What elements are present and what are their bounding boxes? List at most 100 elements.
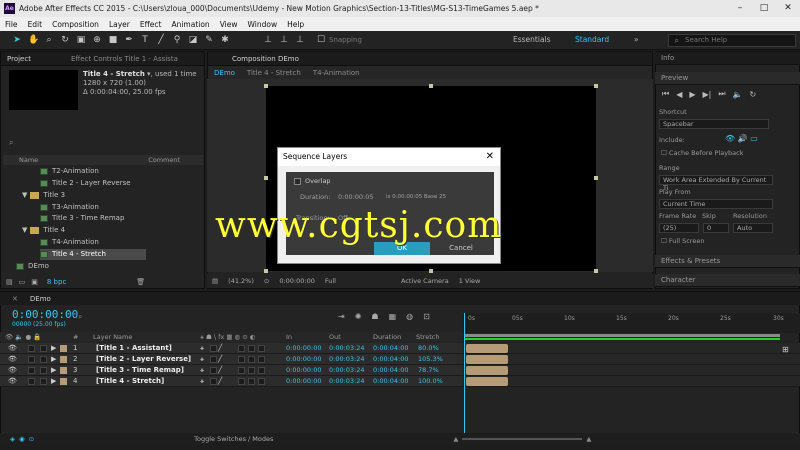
expand-layer-icon[interactable]: ▶ xyxy=(51,355,56,363)
layer-stretch[interactable]: 80.0% xyxy=(418,344,439,352)
selection-tool-icon[interactable]: ➤ xyxy=(12,35,22,45)
new-folder-icon[interactable]: ▭ xyxy=(19,278,26,286)
switch[interactable] xyxy=(258,378,265,385)
layer-duration-bar[interactable] xyxy=(466,377,508,386)
tab-project[interactable]: Project xyxy=(1,55,37,63)
expand-triangle-icon[interactable]: ▼ xyxy=(22,225,27,236)
solo-switch[interactable] xyxy=(28,345,35,352)
quality-icon[interactable]: ╱ xyxy=(218,355,222,363)
lock-switch[interactable] xyxy=(40,356,47,363)
tab-info[interactable]: Info xyxy=(655,52,800,65)
layer-out[interactable]: 0:00:03:24 xyxy=(329,366,365,374)
cache-before-playback-checkbox[interactable]: ☐ Cache Before Playback xyxy=(661,149,744,157)
menu-window[interactable]: Window xyxy=(243,20,283,29)
timeline-zoom-slider[interactable] xyxy=(462,438,583,440)
layer-stretch[interactable]: 78.7% xyxy=(418,366,439,374)
lock-switch[interactable] xyxy=(40,345,47,352)
play-icon[interactable]: ▶ xyxy=(689,90,695,99)
column-out[interactable]: Out xyxy=(329,333,341,341)
project-item-selected[interactable]: Title 4 - Stretch xyxy=(40,249,146,260)
menu-file[interactable]: File xyxy=(0,20,23,29)
layer-name[interactable]: [Title 1 - Assistant] xyxy=(96,344,172,352)
transform-handle[interactable] xyxy=(429,84,433,88)
menu-effect[interactable]: Effect xyxy=(135,20,167,29)
switch[interactable] xyxy=(238,367,245,374)
type-tool-icon[interactable]: T xyxy=(140,35,150,45)
quality-icon[interactable]: ╱ xyxy=(218,344,222,352)
skip-select[interactable]: 0 xyxy=(703,223,729,233)
quality-icon[interactable]: ╱ xyxy=(218,377,222,385)
label-color[interactable] xyxy=(60,367,67,374)
expand-layer-icon[interactable]: ▶ xyxy=(51,377,56,385)
dialog-close-icon[interactable]: ✕ xyxy=(486,151,494,162)
layer-row[interactable]: 👁 ▶ 4 [Title 4 - Stretch] ⚹ ╱ 0:00:00:00… xyxy=(0,376,462,387)
shortcut-select[interactable]: Spacebar xyxy=(659,119,769,129)
tab-timeline-demo[interactable]: DEmo xyxy=(24,295,57,303)
checkbox-icon[interactable] xyxy=(294,177,301,185)
quality-switch[interactable] xyxy=(210,378,217,385)
interpret-footage-icon[interactable]: ▤ xyxy=(6,278,13,286)
project-item[interactable]: Title 2 - Layer Reverse xyxy=(40,178,131,189)
zoom-level[interactable]: (41.2%) xyxy=(228,277,254,285)
layer-in[interactable]: 0:00:00:00 xyxy=(286,344,322,352)
switch[interactable] xyxy=(258,356,265,363)
collapse-switch-icon[interactable]: ⚹ xyxy=(200,355,204,364)
frame-blending-icon[interactable]: ▦ xyxy=(389,312,397,321)
breadcrumb-t4anim[interactable]: T4-Animation xyxy=(307,69,366,77)
label-color[interactable] xyxy=(60,356,67,363)
layer-duration[interactable]: 0:00:04:00 xyxy=(373,366,409,374)
layer-in[interactable]: 0:00:00:00 xyxy=(286,366,322,374)
rectangle-tool-icon[interactable]: ■ xyxy=(108,35,118,45)
play-from-select[interactable]: Current Time xyxy=(659,199,773,209)
first-frame-icon[interactable]: ⏮ xyxy=(662,89,669,99)
comp-mini-flowchart-icon[interactable]: ⇥ xyxy=(338,312,345,321)
menu-layer[interactable]: Layer xyxy=(104,20,135,29)
lock-switch[interactable] xyxy=(40,367,47,374)
layer-name[interactable]: [Title 4 - Stretch] xyxy=(96,377,164,385)
layer-in[interactable]: 0:00:00:00 xyxy=(286,355,322,363)
lock-switch[interactable] xyxy=(40,378,47,385)
visibility-eye-icon[interactable]: 👁 xyxy=(8,366,17,374)
modes-toggle-icon[interactable]: ◉ xyxy=(19,435,25,443)
breadcrumb-demo[interactable]: DEmo xyxy=(208,69,241,77)
mute-audio-icon[interactable]: 🔈 xyxy=(733,90,743,99)
layer-stretch[interactable]: 105.3% xyxy=(418,355,443,363)
shy-icon[interactable]: ☗ xyxy=(371,312,378,321)
full-screen-checkbox[interactable]: ☐ Full Screen xyxy=(661,237,704,245)
project-item[interactable]: Title 3 - Time Remap xyxy=(40,213,124,224)
pan-behind-tool-icon[interactable]: ⊕ xyxy=(92,35,102,45)
quality-switch[interactable] xyxy=(210,367,217,374)
layer-switches-toggle-icon[interactable]: ◈ xyxy=(10,435,15,443)
loop-icon[interactable]: ↻ xyxy=(750,90,757,99)
layer-duration-bar[interactable] xyxy=(466,355,508,364)
collapse-switch-icon[interactable]: ⚹ xyxy=(200,366,204,375)
transform-handle[interactable] xyxy=(264,84,268,88)
switch[interactable] xyxy=(238,356,245,363)
magnification-icon[interactable]: ▤ xyxy=(212,277,218,285)
minimize-button[interactable]: – xyxy=(728,0,752,17)
breadcrumb-title4[interactable]: Title 4 - Stretch xyxy=(241,69,307,77)
range-select[interactable]: Work Area Extended By Current Ti xyxy=(659,175,773,192)
switch[interactable] xyxy=(248,345,255,352)
visibility-eye-icon[interactable]: 👁 xyxy=(8,344,17,352)
motion-blur-icon[interactable]: ◍ xyxy=(406,312,413,321)
overlap-checkbox[interactable]: Overlap xyxy=(294,177,331,185)
solo-switch[interactable] xyxy=(28,378,35,385)
duration-field[interactable]: 0:00:00:05 xyxy=(338,193,374,201)
column-name[interactable]: Name xyxy=(19,156,38,164)
graph-editor-icon[interactable]: ⊡ xyxy=(423,312,430,321)
work-area-bar[interactable] xyxy=(465,334,780,337)
tab-effects-presets[interactable]: Effects & Presets xyxy=(655,255,800,268)
tab-effect-controls[interactable]: Effect Controls Title 1 - Assista xyxy=(65,55,184,63)
layer-out[interactable]: 0:00:03:24 xyxy=(329,355,365,363)
collapse-switch-icon[interactable]: ⚹ xyxy=(200,377,204,386)
quality-icon[interactable]: ╱ xyxy=(218,366,222,374)
project-item[interactable]: T4-Animation xyxy=(40,237,99,248)
label-color[interactable] xyxy=(60,345,67,352)
layer-in[interactable]: 0:00:00:00 xyxy=(286,377,322,385)
zoom-out-icon[interactable]: ▲ xyxy=(453,435,458,443)
eraser-tool-icon[interactable]: ◪ xyxy=(188,35,198,45)
visibility-eye-icon[interactable]: 👁 xyxy=(8,355,17,363)
layer-row[interactable]: 👁 ▶ 1 [Title 1 - Assistant] ⚹ ╱ 0:00:00:… xyxy=(0,343,462,354)
rotate-tool-icon[interactable]: ↻ xyxy=(60,35,70,45)
